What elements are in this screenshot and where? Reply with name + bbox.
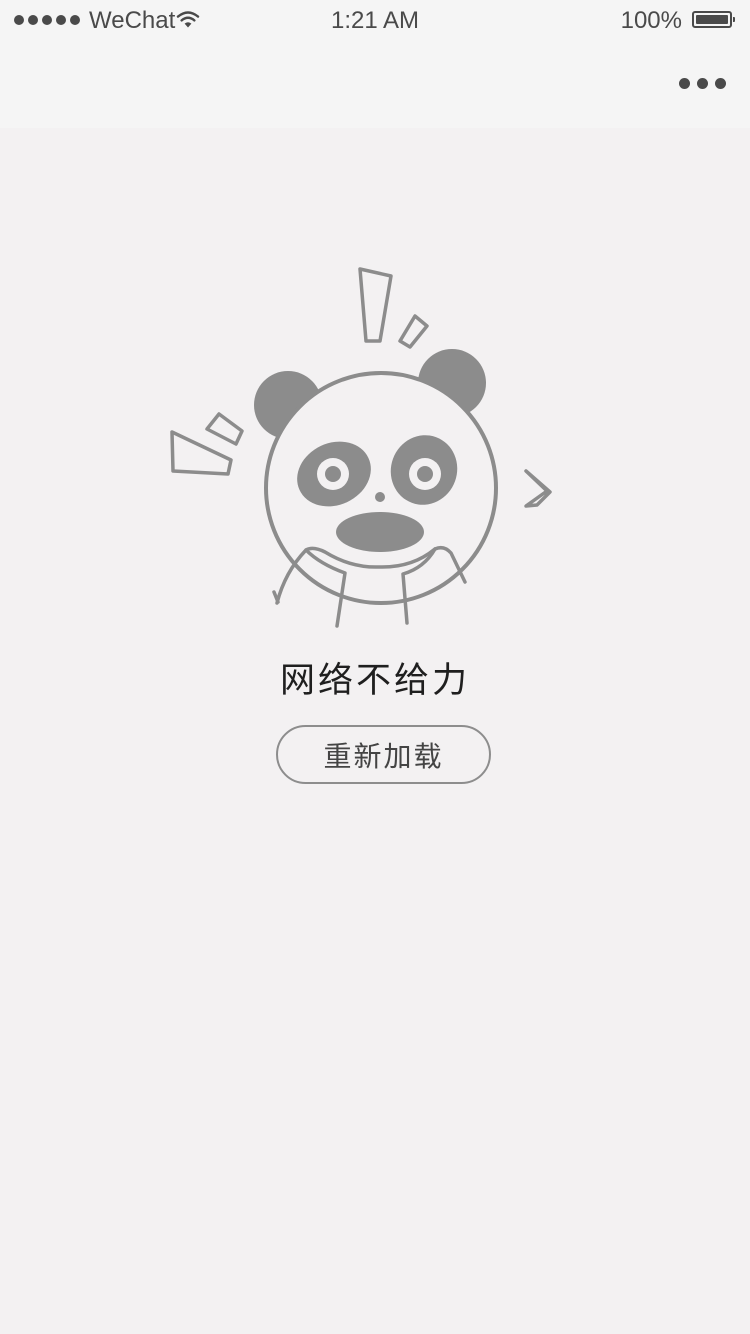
exclamation-mark-small xyxy=(398,314,429,349)
exclamation-mark-left-small xyxy=(205,412,244,446)
battery-level xyxy=(696,15,728,24)
panda-nose xyxy=(375,492,385,502)
panda-illustration xyxy=(170,267,552,628)
status-bar: WeChat 1:21 AM 100% xyxy=(0,0,750,40)
top-bar: WeChat 1:21 AM 100% xyxy=(0,0,750,128)
more-options-button[interactable] xyxy=(670,68,734,98)
battery-icon xyxy=(692,11,735,28)
network-error-message: 网络不给力 xyxy=(279,661,470,701)
panda-mouth xyxy=(336,512,424,552)
exclamation-mark-large xyxy=(358,267,393,343)
reload-button[interactable]: 重新加载 xyxy=(276,725,491,784)
battery-percentage: 100% xyxy=(620,7,682,34)
exclamation-mark-right xyxy=(524,469,552,508)
more-dots-icon xyxy=(678,77,690,89)
